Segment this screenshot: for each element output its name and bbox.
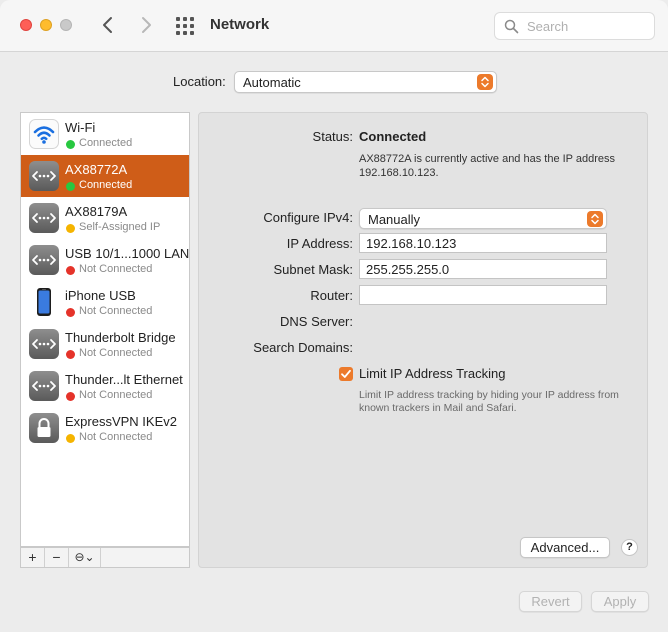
service-name: iPhone USB	[65, 288, 136, 303]
service-status: Not Connected	[79, 263, 153, 275]
router-input[interactable]	[364, 287, 602, 303]
status-dot-yellow	[66, 224, 75, 233]
location-popup[interactable]: Automatic	[234, 71, 497, 93]
location-value: Automatic	[243, 75, 301, 90]
status-dot-yellow	[66, 434, 75, 443]
service-item-expressvpn[interactable]: ExpressVPN IKEv2 Not Connected	[21, 407, 189, 449]
service-item-usb-lan[interactable]: USB 10/1...1000 LAN Not Connected	[21, 239, 189, 281]
close-window-button[interactable]	[20, 19, 32, 31]
service-item-thunderbolt-bridge[interactable]: Thunderbolt Bridge Not Connected	[21, 323, 189, 365]
add-service-button[interactable]: +	[21, 548, 45, 567]
apply-button[interactable]: Apply	[591, 591, 649, 612]
limit-tracking-checkbox[interactable]	[339, 367, 353, 381]
service-name: USB 10/1...1000 LAN	[65, 246, 190, 261]
action-menu-button[interactable]: ⊖⌄	[69, 548, 101, 567]
service-item-ax88772a[interactable]: AX88772A Connected	[21, 155, 189, 197]
ethernet-icon	[29, 245, 59, 275]
ethernet-icon	[29, 161, 59, 191]
status-dot-red	[66, 308, 75, 317]
revert-button[interactable]: Revert	[519, 591, 582, 612]
subnet-mask-input[interactable]	[364, 261, 602, 277]
ip-address-label: IP Address:	[286, 236, 353, 251]
minimize-window-button[interactable]	[40, 19, 52, 31]
ethernet-icon	[29, 203, 59, 233]
help-button[interactable]: ?	[621, 539, 638, 556]
search-icon	[504, 19, 519, 34]
service-status: Not Connected	[79, 389, 153, 401]
service-detail-panel: Status: Connected AX88772A is currently …	[198, 112, 648, 568]
wifi-icon	[29, 119, 59, 149]
service-status: Not Connected	[79, 347, 153, 359]
advanced-button[interactable]: Advanced...	[520, 537, 610, 558]
service-list: Wi-Fi Connected AX88772A Connected AX881…	[20, 112, 190, 547]
limit-tracking-description: Limit IP address tracking by hiding your…	[359, 389, 619, 414]
search-domains-label: Search Domains:	[253, 340, 353, 355]
status-dot-red	[66, 350, 75, 359]
status-dot-red	[66, 266, 75, 275]
router-field[interactable]	[359, 285, 607, 305]
service-status: Not Connected	[79, 305, 153, 317]
service-item-ax88179a[interactable]: AX88179A Self-Assigned IP	[21, 197, 189, 239]
status-dot-red	[66, 392, 75, 401]
network-preferences-window: Network Location: Automatic	[0, 0, 668, 632]
service-name: AX88179A	[65, 204, 128, 219]
up-down-arrows-icon	[477, 74, 493, 90]
limit-tracking-label[interactable]: Limit IP Address Tracking	[359, 366, 505, 381]
search-field[interactable]	[494, 12, 655, 40]
search-input[interactable]	[525, 17, 645, 35]
service-status: Connected	[79, 137, 133, 149]
service-status: Not Connected	[79, 431, 153, 443]
chevron-right-icon	[142, 17, 151, 33]
ip-address-field[interactable]	[359, 233, 607, 253]
chevron-left-icon	[103, 17, 112, 33]
status-value: Connected	[359, 129, 427, 144]
status-description: AX88772A is currently active and has the…	[359, 153, 616, 179]
location-label: Location:	[173, 74, 226, 89]
service-name: AX88772A	[65, 162, 128, 177]
show-all-grid-icon[interactable]	[176, 17, 194, 35]
lock-icon	[29, 413, 59, 443]
service-item-iphone-usb[interactable]: iPhone USB Not Connected	[21, 281, 189, 323]
forward-button[interactable]	[136, 14, 156, 36]
dns-server-label: DNS Server:	[280, 314, 353, 329]
ethernet-icon	[29, 329, 59, 359]
service-list-toolbar: + − ⊖⌄	[20, 547, 190, 568]
subnet-mask-field[interactable]	[359, 259, 607, 279]
ip-address-input[interactable]	[364, 235, 602, 251]
ethernet-icon	[29, 371, 59, 401]
service-item-thunderbolt-ethernet[interactable]: Thunder...lt Ethernet Not Connected	[21, 365, 189, 407]
status-dot-green	[66, 140, 75, 149]
status-label: Status:	[312, 129, 353, 144]
configure-ipv4-popup[interactable]: Manually	[359, 208, 607, 229]
status-dot-green	[66, 182, 75, 191]
router-label: Router:	[310, 288, 353, 303]
service-status: Self-Assigned IP	[79, 221, 161, 233]
service-item-wifi[interactable]: Wi-Fi Connected	[21, 113, 189, 155]
service-status: Connected	[79, 179, 133, 191]
remove-service-button[interactable]: −	[45, 548, 69, 567]
title-bar: Network	[0, 0, 668, 52]
service-name: Wi-Fi	[65, 120, 96, 135]
configure-ipv4-value: Manually	[368, 212, 421, 227]
back-button[interactable]	[98, 14, 118, 36]
iphone-icon	[29, 287, 59, 317]
up-down-arrows-icon	[587, 211, 603, 227]
zoom-window-button[interactable]	[60, 19, 72, 31]
service-name: Thunderbolt Bridge	[65, 330, 176, 345]
window-title: Network	[210, 16, 270, 33]
configure-ipv4-label: Configure IPv4:	[263, 210, 353, 225]
subnet-mask-label: Subnet Mask:	[273, 262, 354, 277]
service-name: Thunder...lt Ethernet	[65, 372, 183, 387]
service-name: ExpressVPN IKEv2	[65, 414, 177, 429]
checkmark-icon	[341, 369, 351, 378]
